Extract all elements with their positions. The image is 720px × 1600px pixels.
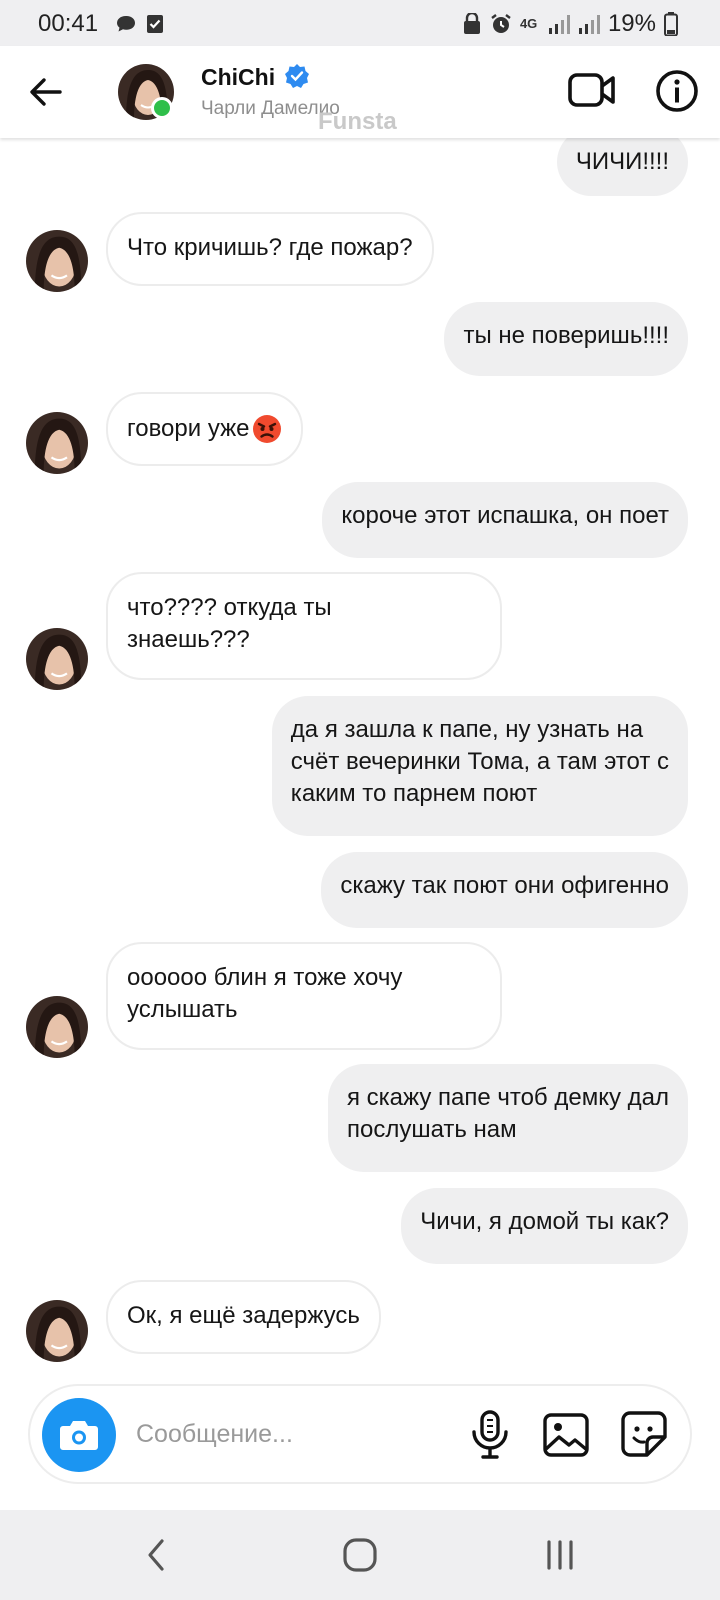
message-outgoing[interactable]: я скажу папе чтоб демку дал послушать на…: [327, 1064, 688, 1172]
message-outgoing[interactable]: короче этот испашка, он поет: [322, 482, 688, 558]
status-bar: 00:41 4G 19%: [0, 0, 720, 46]
avatar[interactable]: [26, 412, 88, 474]
message-incoming[interactable]: что???? откуда ты знаешь???: [106, 572, 502, 680]
nav-recent-apps-icon[interactable]: [543, 1538, 577, 1572]
message-outgoing[interactable]: ты не поверишь!!!!: [444, 302, 688, 376]
recycle-lock-icon: [463, 13, 480, 34]
message-outgoing[interactable]: Чичи, я домой ты как?: [401, 1188, 688, 1264]
message-incoming[interactable]: Что кричишь? где пожар?: [106, 212, 434, 286]
message-incoming[interactable]: говори уже: [106, 392, 303, 466]
app-watermark: Funsta: [318, 108, 397, 135]
battery-icon: [664, 12, 678, 36]
sticker-icon[interactable]: [620, 1410, 668, 1458]
avatar[interactable]: [26, 1300, 88, 1362]
network-type-label: 4G: [519, 16, 538, 31]
info-icon[interactable]: [654, 68, 700, 114]
message-outgoing[interactable]: ЧИЧИ!!!!: [556, 128, 688, 196]
chat-header: ChiChi Чарли Дамелио Funsta: [0, 46, 720, 138]
nav-back-icon[interactable]: [142, 1538, 172, 1572]
back-arrow-icon[interactable]: [26, 72, 66, 112]
avatar[interactable]: [26, 628, 88, 690]
avatar[interactable]: [26, 230, 88, 292]
message-composer: [28, 1384, 692, 1484]
online-status-dot: [151, 97, 173, 119]
nav-home-icon[interactable]: [340, 1535, 380, 1575]
contact-name[interactable]: ChiChi: [201, 64, 275, 91]
angry-face-emoji-icon: [252, 415, 281, 443]
alarm-icon: [491, 14, 511, 33]
camera-icon: [60, 1421, 98, 1450]
status-time: 00:41: [38, 10, 99, 37]
microphone-icon[interactable]: [468, 1410, 512, 1460]
message-input[interactable]: [136, 1414, 436, 1454]
camera-button[interactable]: [42, 1398, 116, 1472]
signal-icon-2: [578, 15, 600, 34]
message-outgoing[interactable]: скажу так поют они офигенно: [321, 852, 688, 928]
battery-percent: 19%: [607, 10, 656, 37]
video-call-icon[interactable]: [568, 68, 616, 112]
signal-icon: [548, 15, 570, 34]
message-incoming[interactable]: Ок, я ещё задержусь: [106, 1280, 381, 1354]
avatar[interactable]: [26, 996, 88, 1058]
message-incoming[interactable]: оооооо блин я тоже хочу услышать: [106, 942, 502, 1050]
gallery-icon[interactable]: [542, 1412, 590, 1458]
message-outgoing[interactable]: да я зашла к папе, ну узнать на счёт веч…: [271, 696, 688, 836]
verified-badge-icon: [285, 64, 309, 88]
task-check-icon: [147, 15, 163, 33]
chat-notification-icon: [117, 16, 135, 32]
system-nav-bar: [0, 1510, 720, 1600]
message-text: говори уже: [127, 415, 250, 442]
